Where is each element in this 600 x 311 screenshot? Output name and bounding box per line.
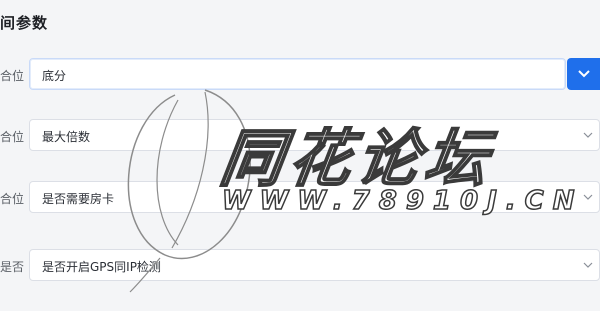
field-label: 合位: [0, 130, 25, 144]
select-value: 是否开启GPS同IP检测: [42, 260, 161, 274]
field-label: 合位: [0, 192, 25, 206]
form-row-max-multiplier: 合位 最大倍数: [0, 119, 600, 153]
field-label: 是否: [0, 260, 25, 274]
form-row-base-score: 合位 底分: [0, 58, 600, 92]
dropdown-toggle-button[interactable]: [567, 58, 600, 90]
select-value: 底分: [42, 69, 67, 83]
base-score-select[interactable]: 底分: [29, 58, 566, 90]
section-title: 间参数: [0, 14, 49, 32]
field-label: 合位: [0, 69, 25, 83]
form-row-room-card: 合位 是否需要房卡: [0, 181, 600, 215]
room-card-select[interactable]: 是否需要房卡: [29, 181, 600, 213]
select-value: 最大倍数: [42, 130, 91, 144]
chevron-down-icon: [583, 132, 593, 138]
chevron-down-icon: [583, 262, 593, 268]
max-multiplier-select[interactable]: 最大倍数: [29, 119, 600, 151]
form-row-gps-ip-check: 是否 是否开启GPS同IP检测: [0, 249, 600, 283]
chevron-down-icon: [577, 70, 590, 78]
select-value: 是否需要房卡: [42, 192, 115, 206]
chevron-down-icon: [583, 194, 593, 200]
gps-ip-check-select[interactable]: 是否开启GPS同IP检测: [29, 249, 600, 281]
